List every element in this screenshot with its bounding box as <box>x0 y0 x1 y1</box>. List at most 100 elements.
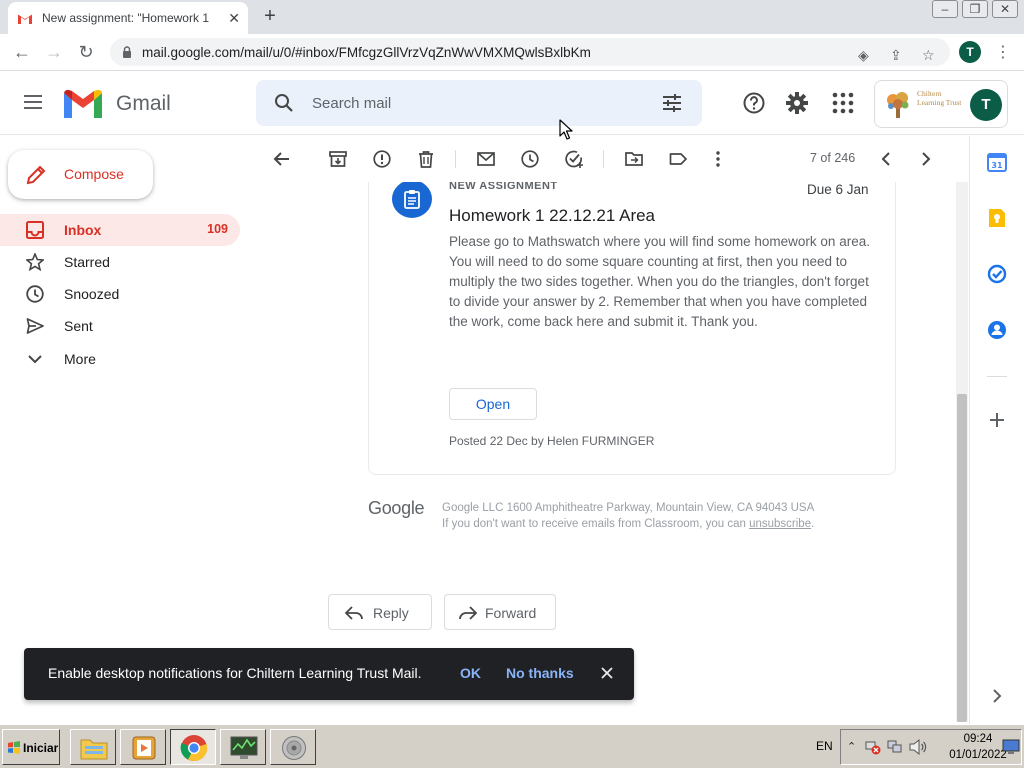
toolbar-divider <box>455 150 456 168</box>
side-panel: 31 <box>969 136 1024 724</box>
extension-icon[interactable]: ◈ <box>858 47 869 64</box>
label-tag-icon[interactable] <box>669 150 687 168</box>
organization-name: Chiltern Learning Trust <box>917 89 962 107</box>
search-input[interactable] <box>312 92 612 114</box>
sidebar-item-label: Inbox <box>64 222 102 238</box>
calendar-icon[interactable]: 31 <box>987 152 1007 172</box>
archive-icon[interactable] <box>329 150 347 168</box>
taskbar-volume-app[interactable] <box>270 729 316 765</box>
assignment-description: Please go to Mathswatch where you will f… <box>449 234 870 329</box>
chrome-browser-icon <box>180 735 208 762</box>
taskbar-media-player[interactable] <box>120 729 166 765</box>
enable-notifications-ok-button[interactable]: OK <box>460 665 481 681</box>
back-to-inbox-icon[interactable] <box>273 150 291 168</box>
organization-tree-logo-icon <box>887 92 909 118</box>
snooze-clock-icon[interactable] <box>521 150 539 168</box>
compose-button[interactable]: Compose <box>8 150 153 199</box>
browser-menu-icon[interactable]: ⋮ <box>995 42 1011 62</box>
more-options-icon[interactable] <box>709 150 727 168</box>
close-tab-icon[interactable]: ✕ <box>228 10 240 27</box>
address-bar[interactable]: mail.google.com/mail/u/0/#inbox/FMfcgzGl… <box>110 38 950 66</box>
organization-account-switcher[interactable]: Chiltern Learning Trust T <box>874 80 1008 128</box>
get-addons-plus-icon[interactable] <box>987 410 1007 430</box>
compose-label: Compose <box>64 166 124 182</box>
minimize-icon[interactable]: – <box>932 0 958 18</box>
message-scrollbar[interactable] <box>956 182 968 722</box>
mark-unread-icon[interactable] <box>477 150 495 168</box>
sidebar-item-sent[interactable]: Sent <box>0 310 240 342</box>
scrollbar-thumb[interactable] <box>957 394 967 722</box>
reply-button[interactable]: Reply <box>328 594 432 630</box>
browser-profile-avatar[interactable]: T <box>959 41 981 63</box>
close-snackbar-icon[interactable] <box>600 666 614 680</box>
start-label: Iniciar <box>23 741 59 755</box>
expand-panel-chevron-icon[interactable] <box>987 686 1007 706</box>
account-avatar[interactable]: T <box>970 89 1002 121</box>
contacts-icon[interactable] <box>987 320 1007 340</box>
decline-notifications-button[interactable]: No thanks <box>506 665 574 681</box>
share-icon[interactable]: ⇪ <box>890 47 902 64</box>
posted-by-line: Posted 22 Dec by Helen FURMINGER <box>449 434 655 448</box>
close-window-icon[interactable]: ✕ <box>992 0 1018 18</box>
forward-button[interactable]: Forward <box>444 594 556 630</box>
media-player-icon <box>132 736 156 760</box>
older-message-chevron-right-icon[interactable] <box>917 150 935 168</box>
sidebar-item-snoozed[interactable]: Snoozed <box>0 278 240 310</box>
delete-trash-icon[interactable] <box>417 150 435 168</box>
tray-expand-icon[interactable]: ⌃ <box>847 740 856 753</box>
network-error-icon[interactable] <box>865 739 881 755</box>
back-icon[interactable]: ← <box>10 40 34 64</box>
sidebar-item-starred[interactable]: Starred <box>0 246 240 278</box>
sidebar-item-inbox[interactable]: Inbox 109 <box>0 214 240 246</box>
reload-icon[interactable]: ↻ <box>74 40 98 64</box>
snackbar-message: Enable desktop notifications for Chilter… <box>48 665 422 681</box>
bookmark-star-icon[interactable]: ☆ <box>922 47 935 64</box>
google-footer-logo: Google <box>368 498 425 518</box>
move-to-folder-icon[interactable] <box>625 150 643 168</box>
assignment-kicker: NEW ASSIGNMENT <box>449 182 558 192</box>
report-spam-icon[interactable] <box>373 150 391 168</box>
taskbar-system-monitor[interactable] <box>220 729 266 765</box>
newer-message-chevron-left-icon[interactable] <box>877 150 895 168</box>
help-icon[interactable] <box>743 92 765 114</box>
settings-gear-icon[interactable] <box>786 92 808 114</box>
show-desktop-monitor-icon[interactable] <box>1002 739 1020 755</box>
new-tab-icon[interactable]: + <box>258 4 282 28</box>
network-computers-icon[interactable] <box>887 739 903 755</box>
gmail-logo-icon[interactable] <box>64 89 102 118</box>
search-options-icon[interactable] <box>662 94 682 112</box>
main-menu-icon[interactable] <box>24 94 44 110</box>
taskbar-chrome[interactable] <box>170 729 216 765</box>
add-to-tasks-icon[interactable] <box>565 150 583 168</box>
open-assignment-button[interactable]: Open <box>449 388 537 420</box>
forward-label: Forward <box>485 605 537 621</box>
volume-speaker-icon[interactable] <box>909 739 927 755</box>
search-icon[interactable] <box>274 93 294 113</box>
language-indicator[interactable]: EN <box>816 739 833 753</box>
search-bar[interactable] <box>256 80 702 126</box>
url-text: mail.google.com/mail/u/0/#inbox/FMfcgzGl… <box>142 44 591 60</box>
taskbar-file-explorer[interactable] <box>70 729 116 765</box>
unsubscribe-link[interactable]: unsubscribe <box>749 518 811 530</box>
sidebar-item-more[interactable]: More <box>0 343 240 375</box>
start-button[interactable]: Iniciar <box>2 729 60 765</box>
lock-icon <box>123 46 131 58</box>
browser-tab-strip: New assignment: "Homework 1 22. ✕ + – ❐ … <box>0 0 1024 34</box>
forward-arrow-icon <box>459 606 477 620</box>
email-footer: Google LLC 1600 Amphitheatre Parkway, Mo… <box>442 500 814 532</box>
forward-icon[interactable]: → <box>42 40 66 64</box>
browser-tab-title: New assignment: "Homework 1 22. <box>42 11 212 25</box>
gmail-wordmark: Gmail <box>116 92 171 115</box>
gmail-favicon-icon <box>18 14 32 24</box>
browser-tab[interactable]: New assignment: "Homework 1 22. ✕ <box>8 2 248 34</box>
restore-icon[interactable]: ❐ <box>962 0 988 18</box>
side-panel-divider <box>987 376 1007 377</box>
message-pager: 7 of 246 <box>810 151 856 165</box>
tasks-icon[interactable] <box>987 264 1007 284</box>
keep-notes-icon[interactable] <box>987 208 1007 228</box>
assignment-title: Homework 1 22.12.21 Area <box>449 206 656 225</box>
speaker-disc-icon <box>282 736 306 760</box>
apps-grid-icon[interactable] <box>832 92 854 114</box>
message-body-area: NEW ASSIGNMENT Due 6 Jan Homework 1 22.1… <box>256 182 956 722</box>
sidebar-item-label: More <box>64 351 96 367</box>
